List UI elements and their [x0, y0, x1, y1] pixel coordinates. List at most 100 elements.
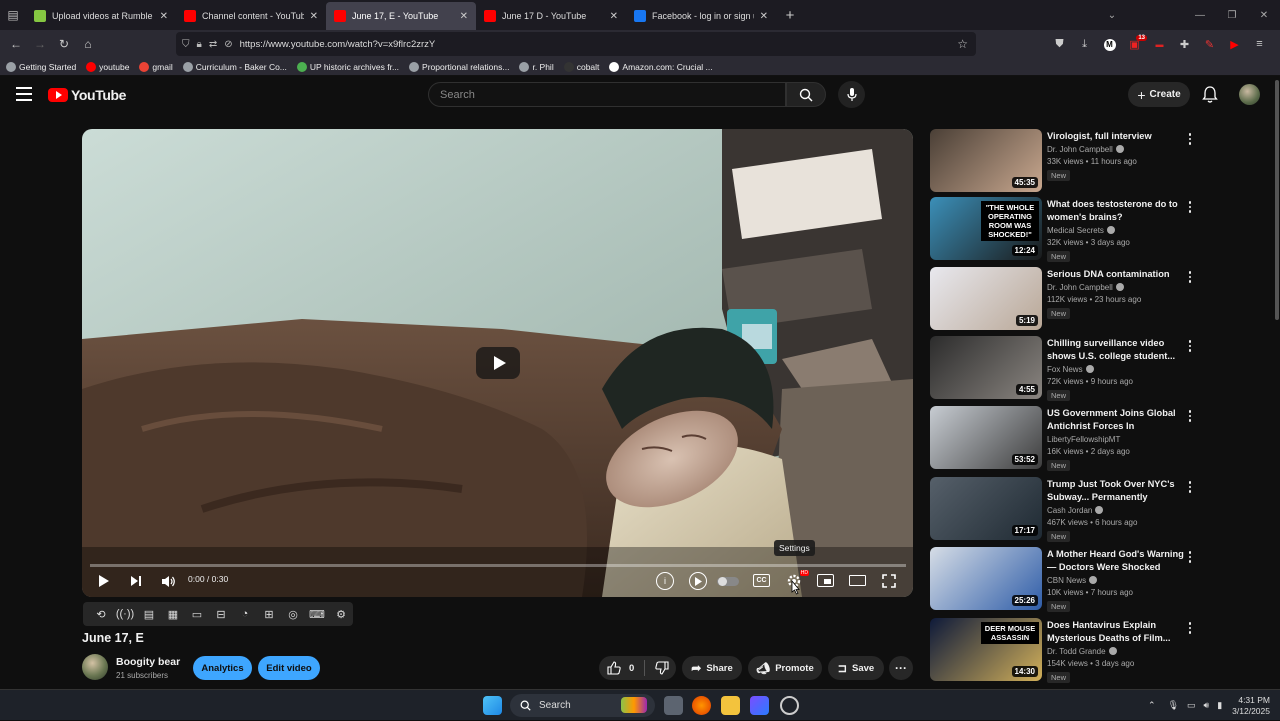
pocket-icon[interactable]: ⛊ [1047, 38, 1072, 51]
shield-icon[interactable]: ⛉ [182, 39, 190, 50]
bookmark-item[interactable]: Curriculum - Baker Co... [182, 61, 287, 72]
notifications-bell-icon[interactable] [1202, 86, 1218, 104]
related-channel-name[interactable]: Dr. Todd Grande [1047, 647, 1106, 656]
windows-start-icon[interactable] [483, 696, 502, 715]
bookmark-item[interactable]: Amazon.com: Crucial ... [609, 61, 713, 72]
related-video-title[interactable]: Trump Just Took Over NYC's Subway... Per… [1047, 478, 1185, 504]
voice-search-button[interactable] [838, 81, 865, 108]
bookmark-star-icon[interactable]: ☆ [957, 37, 968, 51]
save-button[interactable]: ⊐ Save [828, 656, 884, 680]
red-pen-extension-icon[interactable]: ✎ [1197, 38, 1222, 51]
video-thumbnail[interactable]: "THE WHOLE OPERATING ROOM WAS SHOCKED!" 1… [930, 197, 1042, 260]
battery-icon[interactable]: ▮ [1217, 700, 1222, 711]
related-channel-name[interactable]: Dr. John Campbell [1047, 145, 1113, 154]
related-channel-name[interactable]: Dr. John Campbell [1047, 283, 1113, 292]
more-options-icon[interactable] [1186, 270, 1194, 284]
recording-app-icon[interactable] [780, 696, 799, 715]
related-channel-name[interactable]: LibertyFellowshipMT [1047, 435, 1120, 444]
related-video-item[interactable]: 5:19 Serious DNA contamination Dr. John Ca… [930, 267, 1200, 331]
share-button[interactable]: ➦ Share [682, 656, 742, 680]
related-channel-name[interactable]: Fox News [1047, 365, 1083, 374]
bookmark-item[interactable]: youtube [86, 61, 129, 72]
add-icon[interactable]: ⊞ [257, 604, 281, 624]
video-editor-icon[interactable] [750, 696, 769, 715]
more-options-icon[interactable] [1186, 132, 1194, 146]
related-video-item[interactable]: 25:26 A Mother Heard God's Warning — Doct… [930, 547, 1200, 612]
browser-tab[interactable]: June 17 D - YouTube ✕ [476, 2, 626, 30]
more-options-icon[interactable] [1186, 409, 1194, 423]
menu-icon[interactable]: ≡ [1247, 38, 1272, 50]
play-button[interactable] [96, 573, 112, 589]
minimize-button[interactable]: — [1184, 10, 1216, 21]
page-scrollbar[interactable] [1275, 80, 1279, 320]
related-video-title[interactable]: Virologist, full interview [1047, 130, 1185, 143]
speed-icon[interactable]: ◔ [233, 604, 257, 624]
related-channel-name[interactable]: CBN News [1047, 576, 1086, 585]
theater-mode-icon[interactable] [849, 575, 866, 586]
window-icon[interactable]: ▭ [185, 604, 209, 624]
bookmark-item[interactable]: gmail [139, 61, 173, 72]
tab-list-icon[interactable]: ▤ [0, 0, 26, 30]
channel-avatar[interactable] [82, 654, 108, 680]
close-tab-icon[interactable]: ✕ [310, 11, 318, 22]
keyboard-icon[interactable]: ⌨ [305, 604, 329, 624]
extension-settings-gear-icon[interactable]: ⚙ [329, 604, 353, 624]
volume-button[interactable] [160, 573, 176, 589]
microphone-tray-icon[interactable]: 🎙︎ [1168, 700, 1179, 711]
video-thumbnail[interactable]: 45:35 [930, 129, 1042, 192]
downloads-icon[interactable]: ⤓ [1072, 38, 1097, 51]
video-thumbnail[interactable]: 4:55 [930, 336, 1042, 399]
search-input[interactable]: Search [428, 82, 786, 107]
puzzle-extensions-icon[interactable]: ✚ [1172, 38, 1197, 51]
fullscreen-button[interactable] [881, 573, 897, 589]
restore-button[interactable]: ❐ [1216, 10, 1248, 21]
next-button[interactable] [128, 573, 144, 589]
audio-icon[interactable]: ((·)) [113, 604, 137, 624]
lock-icon[interactable]: 🔒︎ [197, 39, 202, 50]
taskbar-clock[interactable]: 4:31 PM 3/12/2025 [1232, 695, 1270, 717]
browser-tab[interactable]: Channel content - YouTube Studio ✕ [176, 2, 326, 30]
related-video-title[interactable]: Does Hantavirus Explain Mysterious Death… [1047, 619, 1185, 645]
close-window-button[interactable]: ✕ [1248, 10, 1280, 21]
firefox-taskbar-icon[interactable] [692, 696, 711, 715]
close-tab-icon[interactable]: ✕ [760, 11, 768, 22]
permissions-icon[interactable]: ⇄ [209, 39, 217, 50]
network-icon[interactable]: ▭ [1187, 700, 1196, 711]
dislike-button[interactable] [655, 661, 669, 675]
url-text[interactable]: https://www.youtube.com/watch?v=x9flrc2z… [240, 39, 436, 50]
back-arrow-icon[interactable]: ← [4, 37, 28, 51]
red-extension-icon[interactable]: ▬ [1147, 40, 1172, 49]
video-thumbnail[interactable]: 53:52 [930, 406, 1042, 469]
file-explorer-icon[interactable] [721, 696, 740, 715]
big-play-button[interactable] [476, 347, 520, 379]
new-tab-button[interactable]: + [776, 7, 804, 24]
related-video-item[interactable]: 53:52 US Government Joins Global Antichri… [930, 406, 1200, 471]
close-tab-icon[interactable]: ✕ [160, 11, 168, 22]
video-thumbnail[interactable]: DEER MOUSE ASSASSIN 14:30 [930, 618, 1042, 681]
extension-badge-icon[interactable]: ▣ 13 [1122, 34, 1147, 51]
tray-chevron-icon[interactable]: ⌃ [1148, 700, 1156, 711]
screenshot-camera-icon[interactable]: ◎ [281, 604, 305, 624]
video-thumbnail[interactable]: 17:17 [930, 477, 1042, 540]
related-video-item[interactable]: "THE WHOLE OPERATING ROOM WAS SHOCKED!" 1… [930, 197, 1200, 262]
channel-name[interactable]: Boogity bear [116, 656, 180, 668]
close-tab-icon[interactable]: ✕ [610, 11, 618, 22]
video-thumbnail[interactable]: 5:19 [930, 267, 1042, 330]
miniplayer-icon[interactable] [817, 574, 834, 587]
youtube-extension-icon[interactable]: ▶ [1222, 38, 1247, 51]
bookmark-item[interactable]: Getting Started [6, 61, 76, 72]
reload-icon[interactable]: ↻ [52, 37, 76, 51]
tracking-off-icon[interactable]: ⊘ [224, 39, 232, 50]
related-video-item[interactable]: DEER MOUSE ASSASSIN 14:30 Does Hantavirus … [930, 618, 1200, 683]
more-actions-button[interactable]: ··· [889, 656, 913, 680]
browser-tab[interactable]: Upload videos at Rumble ✕ [26, 2, 176, 30]
autoplay-toggle[interactable] [717, 577, 739, 586]
related-video-item[interactable]: 45:35 Virologist, full interview Dr. John … [930, 129, 1200, 193]
progress-bar[interactable] [90, 564, 906, 567]
loop-icon[interactable]: ⟲ [89, 604, 113, 624]
more-options-icon[interactable] [1186, 550, 1194, 564]
browser-tab[interactable]: June 17, E - YouTube ✕ [326, 2, 476, 30]
bookmark-item[interactable]: Proportional relations... [409, 61, 509, 72]
related-channel-name[interactable]: Cash Jordan [1047, 506, 1092, 515]
related-channel-name[interactable]: Medical Secrets [1047, 226, 1104, 235]
